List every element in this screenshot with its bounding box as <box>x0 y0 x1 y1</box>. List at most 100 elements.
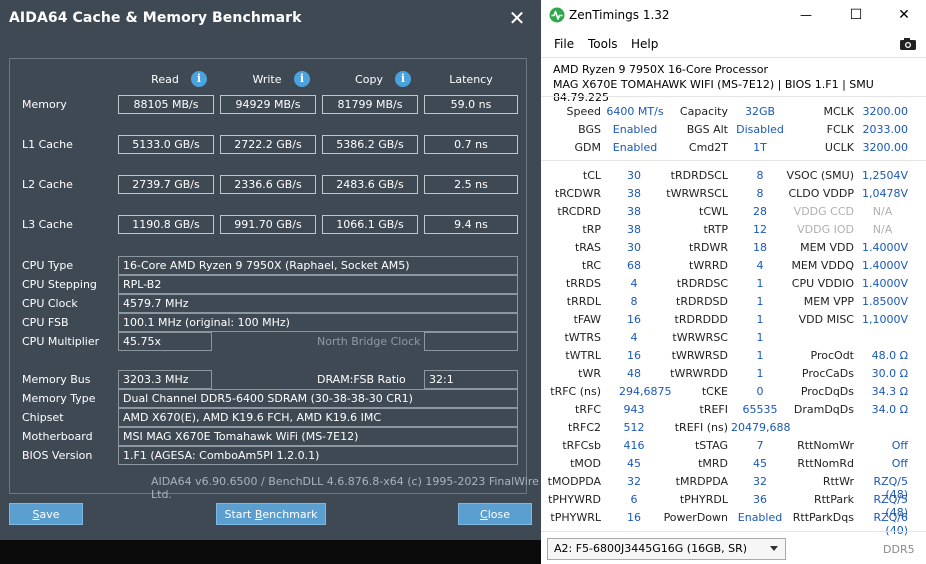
timing-value: 1.4000V <box>861 241 908 254</box>
timing-value: 30 <box>627 169 641 182</box>
summary-divider <box>541 160 926 161</box>
copy-info-icon[interactable]: i <box>395 71 411 87</box>
memory-bus-label: Memory Bus <box>22 373 91 386</box>
summary-value: 2033.00 <box>862 123 909 136</box>
timing-label: VDDG CCD <box>793 205 854 218</box>
bios-version-label: BIOS Version <box>22 449 93 462</box>
chevron-down-icon[interactable] <box>770 546 778 551</box>
timing-value: 1,2504V <box>861 169 908 182</box>
l1-write-value: 2722.2 GB/s <box>220 135 316 154</box>
timing-label: tREFI (ns) <box>674 421 728 434</box>
timing-value: 38 <box>627 223 641 236</box>
timing-label: tWRRD <box>689 259 728 272</box>
timing-value: 48 <box>627 367 641 380</box>
timing-label: ProcOdt <box>810 349 854 362</box>
zentimings-window-title: ZenTimings 1.32 <box>569 8 670 22</box>
timing-label: ProcCaDs <box>801 367 854 380</box>
start-benchmark-button[interactable]: Start Benchmark <box>216 503 326 525</box>
module-select[interactable]: A2: F5-6800J3445G16G (16GB, SR) <box>547 538 786 560</box>
summary-label: Cmd2T <box>688 141 728 154</box>
summary-label: MCLK <box>823 105 854 118</box>
window-close-icon[interactable]: ✕ <box>890 4 918 26</box>
timing-label: tRRDL <box>566 295 601 308</box>
timing-label: tRRDS <box>565 277 601 290</box>
memory-read-value: 88105 MB/s <box>118 95 214 114</box>
timing-value: 6 <box>630 493 638 506</box>
timing-label: CPU VDDIO <box>791 277 854 290</box>
timing-label: tRDRDDD <box>674 313 728 326</box>
start-benchmark-prefix: Start <box>224 508 255 521</box>
timing-label: tRFC (ns) <box>550 385 601 398</box>
timing-value: 1 <box>756 331 764 344</box>
menu-help[interactable]: Help <box>631 37 658 51</box>
l2-row-label: L2 Cache <box>22 178 73 191</box>
close-button[interactable]: Close <box>458 503 532 525</box>
timing-value: Off <box>891 439 908 452</box>
write-info-icon[interactable]: i <box>294 71 310 87</box>
read-info-icon[interactable]: i <box>191 71 207 87</box>
timing-label: tPHYRDL <box>679 493 728 506</box>
timing-label: MEM VDDQ <box>791 259 854 272</box>
timing-label: tWRWRDD <box>670 367 728 380</box>
timing-value: 1.4000V <box>861 259 908 272</box>
cpu-type-label: CPU Type <box>22 259 74 272</box>
timing-value: 1,0478V <box>861 187 908 200</box>
l1-latency-value: 0.7 ns <box>424 135 518 154</box>
summary-value: 3200.00 <box>862 141 909 154</box>
cpu-stepping-value: RPL-B2 <box>118 275 518 294</box>
north-bridge-clock-value <box>424 332 518 351</box>
cpu-fsb-label: CPU FSB <box>22 316 69 329</box>
cpu-stepping-label: CPU Stepping <box>22 278 97 291</box>
summary-value: 6400 MT/s <box>606 105 664 118</box>
summary-label: Speed <box>566 105 601 118</box>
timing-label: tWTRL <box>565 349 601 362</box>
aida64-titlebar[interactable]: AIDA64 Cache & Memory Benchmark ✕ <box>0 0 541 38</box>
summary-label: Capacity <box>679 105 728 118</box>
aida64-window: AIDA64 Cache & Memory Benchmark ✕ Read i… <box>0 0 541 540</box>
timing-value: 1.8500V <box>861 295 908 308</box>
timing-value: 38 <box>627 205 641 218</box>
summary-label: FCLK <box>826 123 854 136</box>
timing-label: tMRDPDA <box>675 475 728 488</box>
timing-label: tRFC <box>575 403 601 416</box>
maximize-icon[interactable]: ☐ <box>842 4 870 26</box>
motherboard-label: Motherboard <box>22 430 93 443</box>
timing-label: tRP <box>582 223 601 236</box>
aida64-window-title: AIDA64 Cache & Memory Benchmark <box>9 10 302 26</box>
timing-value: 4 <box>630 331 638 344</box>
l2-read-value: 2739.7 GB/s <box>118 175 214 194</box>
motherboard-value: MSI MAG X670E Tomahawk WiFi (MS-7E12) <box>118 427 518 446</box>
timing-label: DramDqDs <box>793 403 854 416</box>
memory-type-value: Dual Channel DDR5-6400 SDRAM (30-38-38-3… <box>118 389 518 408</box>
timing-value: RZQ/6 (40) <box>873 511 908 537</box>
timing-value: 416 <box>623 439 645 452</box>
timing-value: 943 <box>623 403 645 416</box>
save-button[interactable]: Save <box>9 503 83 525</box>
dram-fsb-ratio-label: DRAM:FSB Ratio <box>317 373 406 386</box>
close-icon[interactable]: ✕ <box>506 3 528 33</box>
summary-label: UCLK <box>824 141 854 154</box>
l2-latency-value: 2.5 ns <box>424 175 518 194</box>
l1-row-label: L1 Cache <box>22 138 73 151</box>
camera-icon[interactable] <box>899 37 917 51</box>
timing-label: tRCDWR <box>554 187 601 200</box>
aida64-footer-text: AIDA64 v6.90.6500 / BenchDLL 4.6.876.8-x… <box>151 475 539 501</box>
timing-value: 34.0 Ω <box>871 403 908 416</box>
cpu-name: AMD Ryzen 9 7950X 16-Core Processor <box>553 63 768 76</box>
info-divider <box>541 96 926 97</box>
memory-row-label: Memory <box>22 98 67 111</box>
timing-value: 16 <box>627 511 641 524</box>
timing-label: tCWL <box>699 205 728 218</box>
cpu-clock-label: CPU Clock <box>22 297 78 310</box>
cpu-type-value: 16-Core AMD Ryzen 9 7950X (Raphael, Sock… <box>118 256 518 275</box>
summary-label: GDM <box>574 141 602 154</box>
summary-value: 3200.00 <box>862 105 909 118</box>
module-select-value: A2: F5-6800J3445G16G (16GB, SR) <box>554 542 748 555</box>
close-button-mnemonic: C <box>480 508 488 521</box>
menu-file[interactable]: File <box>554 37 574 51</box>
timing-label: VSOC (SMU) <box>786 169 854 182</box>
minimize-icon[interactable]: — <box>792 4 820 26</box>
timing-value: 512 <box>623 421 645 434</box>
timing-label: tSTAG <box>694 439 728 452</box>
menu-tools[interactable]: Tools <box>588 37 618 51</box>
